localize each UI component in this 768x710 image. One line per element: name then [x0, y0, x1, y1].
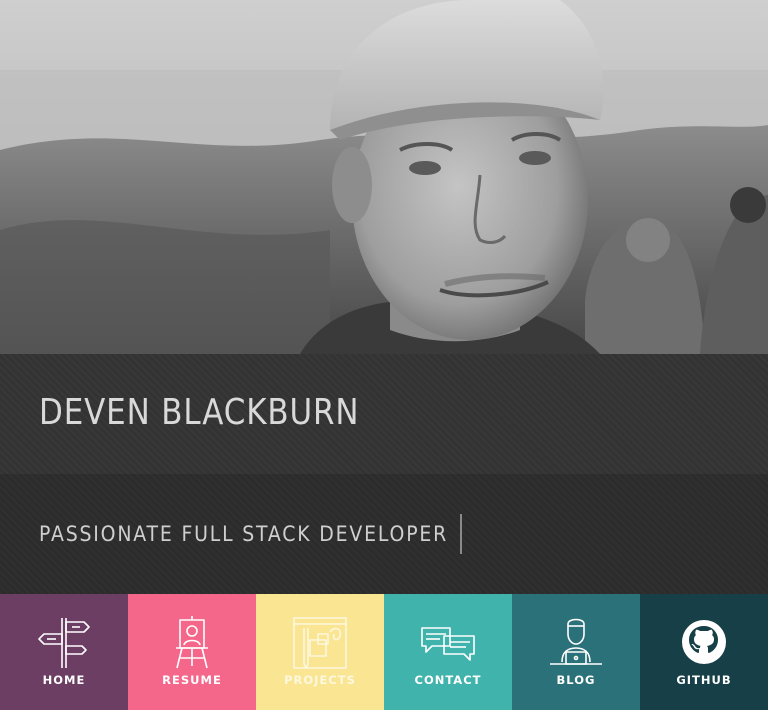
tagline-banner: PASSIONATE FULL STACK DEVELOPER [0, 474, 768, 594]
nav-tile-resume[interactable]: RESUME [128, 594, 256, 710]
nav-label-contact: CONTACT [414, 673, 482, 687]
chat-bubbles-icon [421, 627, 475, 661]
nav-label-github: GITHUB [676, 673, 732, 687]
blueprint-icon [293, 617, 347, 669]
nav-tile-contact[interactable]: CONTACT [384, 594, 512, 710]
profile-name: DEVEN BLACKBURN [39, 392, 360, 433]
tagline-wrap: PASSIONATE FULL STACK DEVELOPER [39, 514, 462, 554]
nav-label-home: HOME [42, 673, 86, 687]
nav-tile-home[interactable]: HOME [0, 594, 128, 710]
nav-tile-blog[interactable]: BLOG [512, 594, 640, 710]
main-nav: HOME RESUME PROJECTS CONTACT BLOG GITHUB [0, 594, 768, 710]
nav-label-resume: RESUME [162, 673, 222, 687]
github-icon [682, 620, 726, 664]
person-laptop-icon [550, 618, 602, 665]
portfolio-page: DEVEN BLACKBURN PASSIONATE FULL STACK DE… [0, 0, 768, 710]
name-banner: DEVEN BLACKBURN [0, 354, 768, 474]
hero-photo [0, 0, 768, 354]
nav-label-blog: BLOG [556, 673, 596, 687]
typing-cursor [460, 514, 462, 554]
nav-tile-github[interactable]: GITHUB [640, 594, 768, 710]
portrait-photo [0, 0, 768, 354]
nav-label-projects: PROJECTS [284, 673, 356, 687]
nav-tile-projects[interactable]: PROJECTS [256, 594, 384, 710]
profile-tagline: PASSIONATE FULL STACK DEVELOPER [39, 522, 449, 546]
signpost-icon [38, 618, 90, 668]
easel-portrait-icon [176, 616, 208, 669]
